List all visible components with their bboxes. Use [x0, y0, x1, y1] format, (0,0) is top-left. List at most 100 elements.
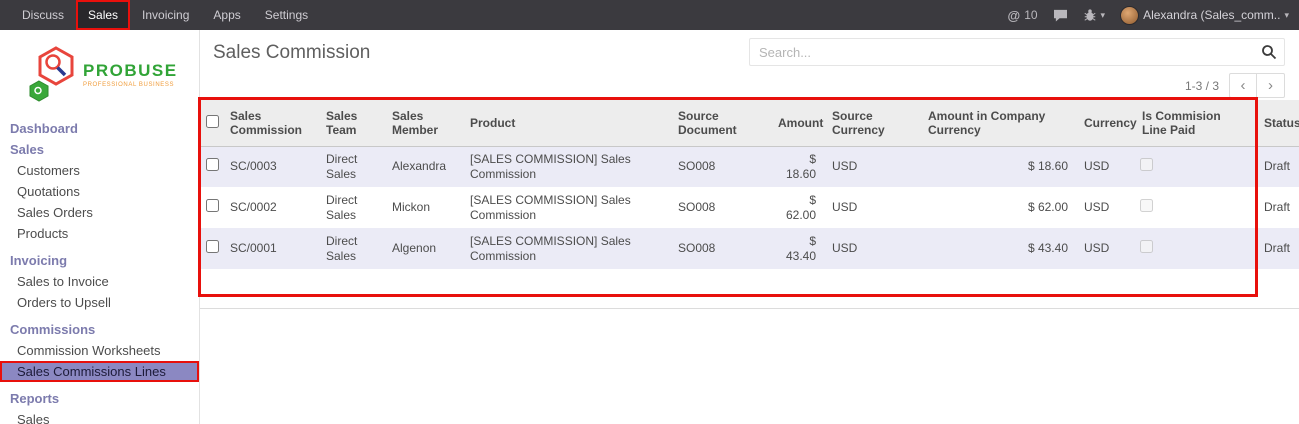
menu-apps[interactable]: Apps	[201, 0, 252, 30]
cell-sales-team: Direct Sales	[318, 187, 384, 228]
user-avatar	[1120, 6, 1139, 25]
menu-invoicing[interactable]: Invoicing	[130, 0, 201, 30]
sidebar-item-invoicing-section[interactable]: Invoicing	[0, 250, 199, 271]
search-icon[interactable]	[1261, 44, 1277, 65]
cell-product: [SALES COMMISSION] Sales Commission	[462, 228, 670, 269]
row-checkbox[interactable]	[206, 199, 219, 212]
caret-down-icon: ▾	[1101, 10, 1106, 21]
cell-sales-member: Alexandra	[384, 146, 462, 187]
col-is-commission-line-paid[interactable]: Is Commision Line Paid	[1134, 100, 1256, 146]
sidebar-item-commission-worksheets[interactable]: Commission Worksheets	[0, 340, 199, 361]
menu-settings[interactable]: Settings	[253, 0, 320, 30]
cell-currency: USD	[1076, 187, 1134, 228]
cell-product: [SALES COMMISSION] Sales Commission	[462, 187, 670, 228]
cell-sales-commission: SC/0003	[222, 146, 318, 187]
cell-source-currency: USD	[824, 187, 920, 228]
pager-next-button[interactable]: ›	[1257, 73, 1285, 98]
page-title: Sales Commission	[213, 42, 370, 64]
cell-source-currency: USD	[824, 146, 920, 187]
table-row[interactable]: SC/0001 Direct Sales Algenon [SALES COMM…	[200, 228, 1299, 269]
probuse-logo: PROBUSE PROFESSIONAL BUSINESS	[0, 30, 199, 112]
cell-is-paid	[1134, 146, 1256, 187]
sidebar: PROBUSE PROFESSIONAL BUSINESS Dashboard …	[0, 30, 200, 424]
sidebar-item-sales-commissions-lines[interactable]: Sales Commissions Lines	[0, 361, 199, 382]
row-select-cell	[200, 146, 222, 187]
pager-previous-button[interactable]: ‹	[1229, 73, 1257, 98]
select-all-checkbox[interactable]	[206, 115, 219, 128]
sidebar-item-customers[interactable]: Customers	[0, 160, 199, 181]
mentions-button[interactable]: @ 10	[1008, 8, 1038, 23]
sidebar-item-products[interactable]: Products	[0, 223, 199, 244]
caret-down-icon: ▾	[1284, 10, 1289, 21]
topbar-systray: @ 10 ▾ Alexandra (Sales_comm.. ▾	[1008, 6, 1290, 25]
col-amount[interactable]: Amount	[770, 100, 824, 146]
search-box	[749, 38, 1285, 66]
sidebar-item-sales-to-invoice[interactable]: Sales to Invoice	[0, 271, 199, 292]
cell-amount: $ 43.40	[770, 228, 824, 269]
logo-text: PROBUSE PROFESSIONAL BUSINESS	[83, 61, 178, 88]
sidebar-item-orders-to-upsell[interactable]: Orders to Upsell	[0, 292, 199, 313]
cell-status: Draft	[1256, 146, 1299, 187]
sidebar-item-dashboard[interactable]: Dashboard	[0, 118, 199, 139]
cell-sales-commission: SC/0002	[222, 187, 318, 228]
row-select-cell	[200, 228, 222, 269]
row-checkbox[interactable]	[206, 158, 219, 171]
search-input[interactable]	[749, 38, 1285, 66]
is-paid-checkbox	[1140, 158, 1153, 171]
col-status[interactable]: Status	[1256, 100, 1299, 146]
menu-sales[interactable]: Sales	[76, 0, 130, 30]
list-view-footer	[200, 269, 1299, 309]
logo-subtitle: PROFESSIONAL BUSINESS	[83, 82, 178, 88]
sidebar-item-commissions-section[interactable]: Commissions	[0, 319, 199, 340]
cell-source-document: SO008	[670, 228, 770, 269]
messages-button[interactable]	[1053, 9, 1068, 22]
mention-count: 10	[1024, 8, 1037, 22]
select-all-cell	[200, 100, 222, 146]
cell-source-currency: USD	[824, 228, 920, 269]
logo-title: PROBUSE	[83, 61, 178, 81]
cell-amount: $ 62.00	[770, 187, 824, 228]
cell-sales-team: Direct Sales	[318, 146, 384, 187]
cell-status: Draft	[1256, 228, 1299, 269]
debug-menu-button[interactable]: ▾	[1083, 8, 1106, 22]
sidebar-item-quotations[interactable]: Quotations	[0, 181, 199, 202]
user-name: Alexandra (Sales_comm..	[1143, 8, 1280, 22]
col-product[interactable]: Product	[462, 100, 670, 146]
col-currency[interactable]: Currency	[1076, 100, 1134, 146]
pager: 1-3 / 3 ‹ ›	[1185, 73, 1285, 98]
cell-status: Draft	[1256, 187, 1299, 228]
cell-sales-commission: SC/0001	[222, 228, 318, 269]
app-menus: Discuss Sales Invoicing Apps Settings	[10, 0, 320, 30]
is-paid-checkbox	[1140, 199, 1153, 212]
col-sales-member[interactable]: Sales Member	[384, 100, 462, 146]
col-source-document[interactable]: Source Document	[670, 100, 770, 146]
cell-sales-team: Direct Sales	[318, 228, 384, 269]
col-sales-team[interactable]: Sales Team	[318, 100, 384, 146]
sidebar-item-reports-section[interactable]: Reports	[0, 388, 199, 409]
cell-product: [SALES COMMISSION] Sales Commission	[462, 146, 670, 187]
pager-range: 1-3 / 3	[1185, 79, 1219, 93]
cell-is-paid	[1134, 187, 1256, 228]
menu-discuss[interactable]: Discuss	[10, 0, 76, 30]
sidebar-nav: Dashboard Sales Customers Quotations Sal…	[0, 118, 199, 424]
cell-sales-member: Mickon	[384, 187, 462, 228]
sidebar-item-sales-section[interactable]: Sales	[0, 139, 199, 160]
col-sales-commission[interactable]: Sales Commission	[222, 100, 318, 146]
cell-amount: $ 18.60	[770, 146, 824, 187]
probuse-logo-icon	[26, 45, 78, 103]
col-source-currency[interactable]: Source Currency	[824, 100, 920, 146]
bug-icon	[1083, 8, 1097, 22]
table-header-row: Sales Commission Sales Team Sales Member…	[200, 100, 1299, 146]
main-content: Sales Commission 1-3 / 3 ‹ › Sales Commi	[200, 30, 1299, 424]
sidebar-item-sales-orders[interactable]: Sales Orders	[0, 202, 199, 223]
is-paid-checkbox	[1140, 240, 1153, 253]
sidebar-item-reports-sales[interactable]: Sales	[0, 409, 199, 424]
col-amount-company-currency[interactable]: Amount in Company Currency	[920, 100, 1076, 146]
table-row[interactable]: SC/0003 Direct Sales Alexandra [SALES CO…	[200, 146, 1299, 187]
cell-currency: USD	[1076, 228, 1134, 269]
table-row[interactable]: SC/0002 Direct Sales Mickon [SALES COMMI…	[200, 187, 1299, 228]
user-menu[interactable]: Alexandra (Sales_comm.. ▾	[1120, 6, 1289, 25]
cell-is-paid	[1134, 228, 1256, 269]
row-checkbox[interactable]	[206, 240, 219, 253]
top-navbar: Discuss Sales Invoicing Apps Settings @ …	[0, 0, 1299, 30]
